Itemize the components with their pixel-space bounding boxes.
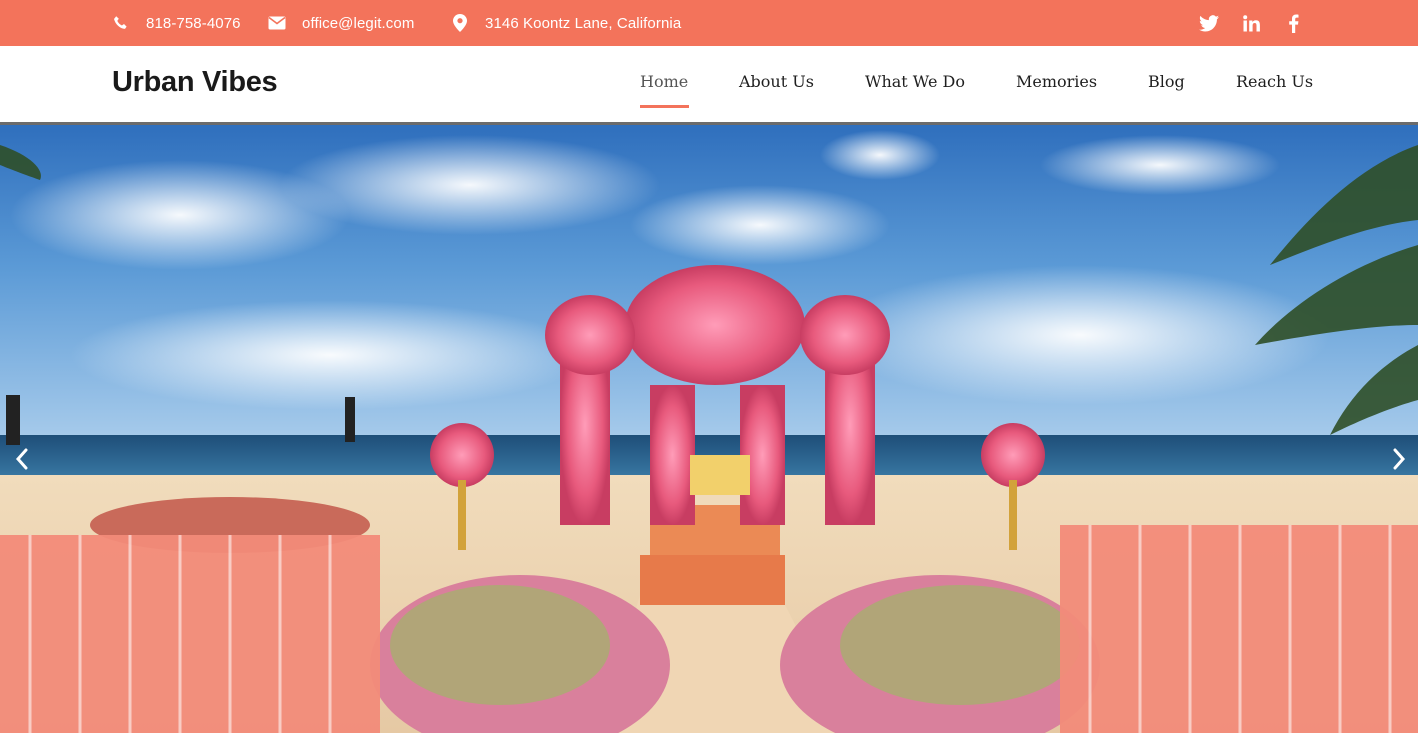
site-header: Urban Vibes Home About Us What We Do Mem… bbox=[0, 46, 1418, 122]
facebook-icon[interactable] bbox=[1283, 13, 1303, 33]
linkedin-icon[interactable] bbox=[1241, 13, 1261, 33]
chevron-right-icon bbox=[1393, 448, 1406, 470]
contact-email[interactable]: office@legit.com bbox=[268, 0, 414, 46]
slider-next-button[interactable] bbox=[1387, 447, 1411, 471]
nav-item-reach-us[interactable]: Reach Us bbox=[1236, 72, 1313, 91]
phone-number: 818-758-4076 bbox=[146, 14, 241, 32]
contact-address: 3146 Koontz Lane, California bbox=[451, 0, 681, 46]
twitter-icon[interactable] bbox=[1199, 13, 1219, 33]
nav-item-home[interactable]: Home bbox=[640, 72, 688, 91]
hero-image bbox=[0, 125, 1418, 733]
main-nav: Home About Us What We Do Memories Blog R… bbox=[0, 46, 1418, 122]
top-contact-bar: 818-758-4076 office@legit.com 3146 Koont… bbox=[0, 0, 1418, 46]
hero-slider bbox=[0, 125, 1418, 733]
chevron-left-icon bbox=[15, 448, 28, 470]
street-address: 3146 Koontz Lane, California bbox=[485, 14, 682, 32]
email-address: office@legit.com bbox=[302, 14, 415, 32]
nav-item-about-us[interactable]: About Us bbox=[739, 72, 814, 91]
slider-prev-button[interactable] bbox=[10, 447, 34, 471]
map-marker-icon bbox=[451, 14, 469, 32]
nav-item-what-we-do[interactable]: What We Do bbox=[865, 72, 965, 91]
envelope-icon bbox=[268, 14, 286, 32]
nav-item-memories[interactable]: Memories bbox=[1016, 72, 1097, 91]
phone-icon bbox=[112, 14, 130, 32]
nav-item-blog[interactable]: Blog bbox=[1148, 72, 1185, 91]
contact-phone[interactable]: 818-758-4076 bbox=[112, 0, 241, 46]
nav-active-underline bbox=[640, 105, 689, 108]
social-links bbox=[1199, 0, 1303, 46]
